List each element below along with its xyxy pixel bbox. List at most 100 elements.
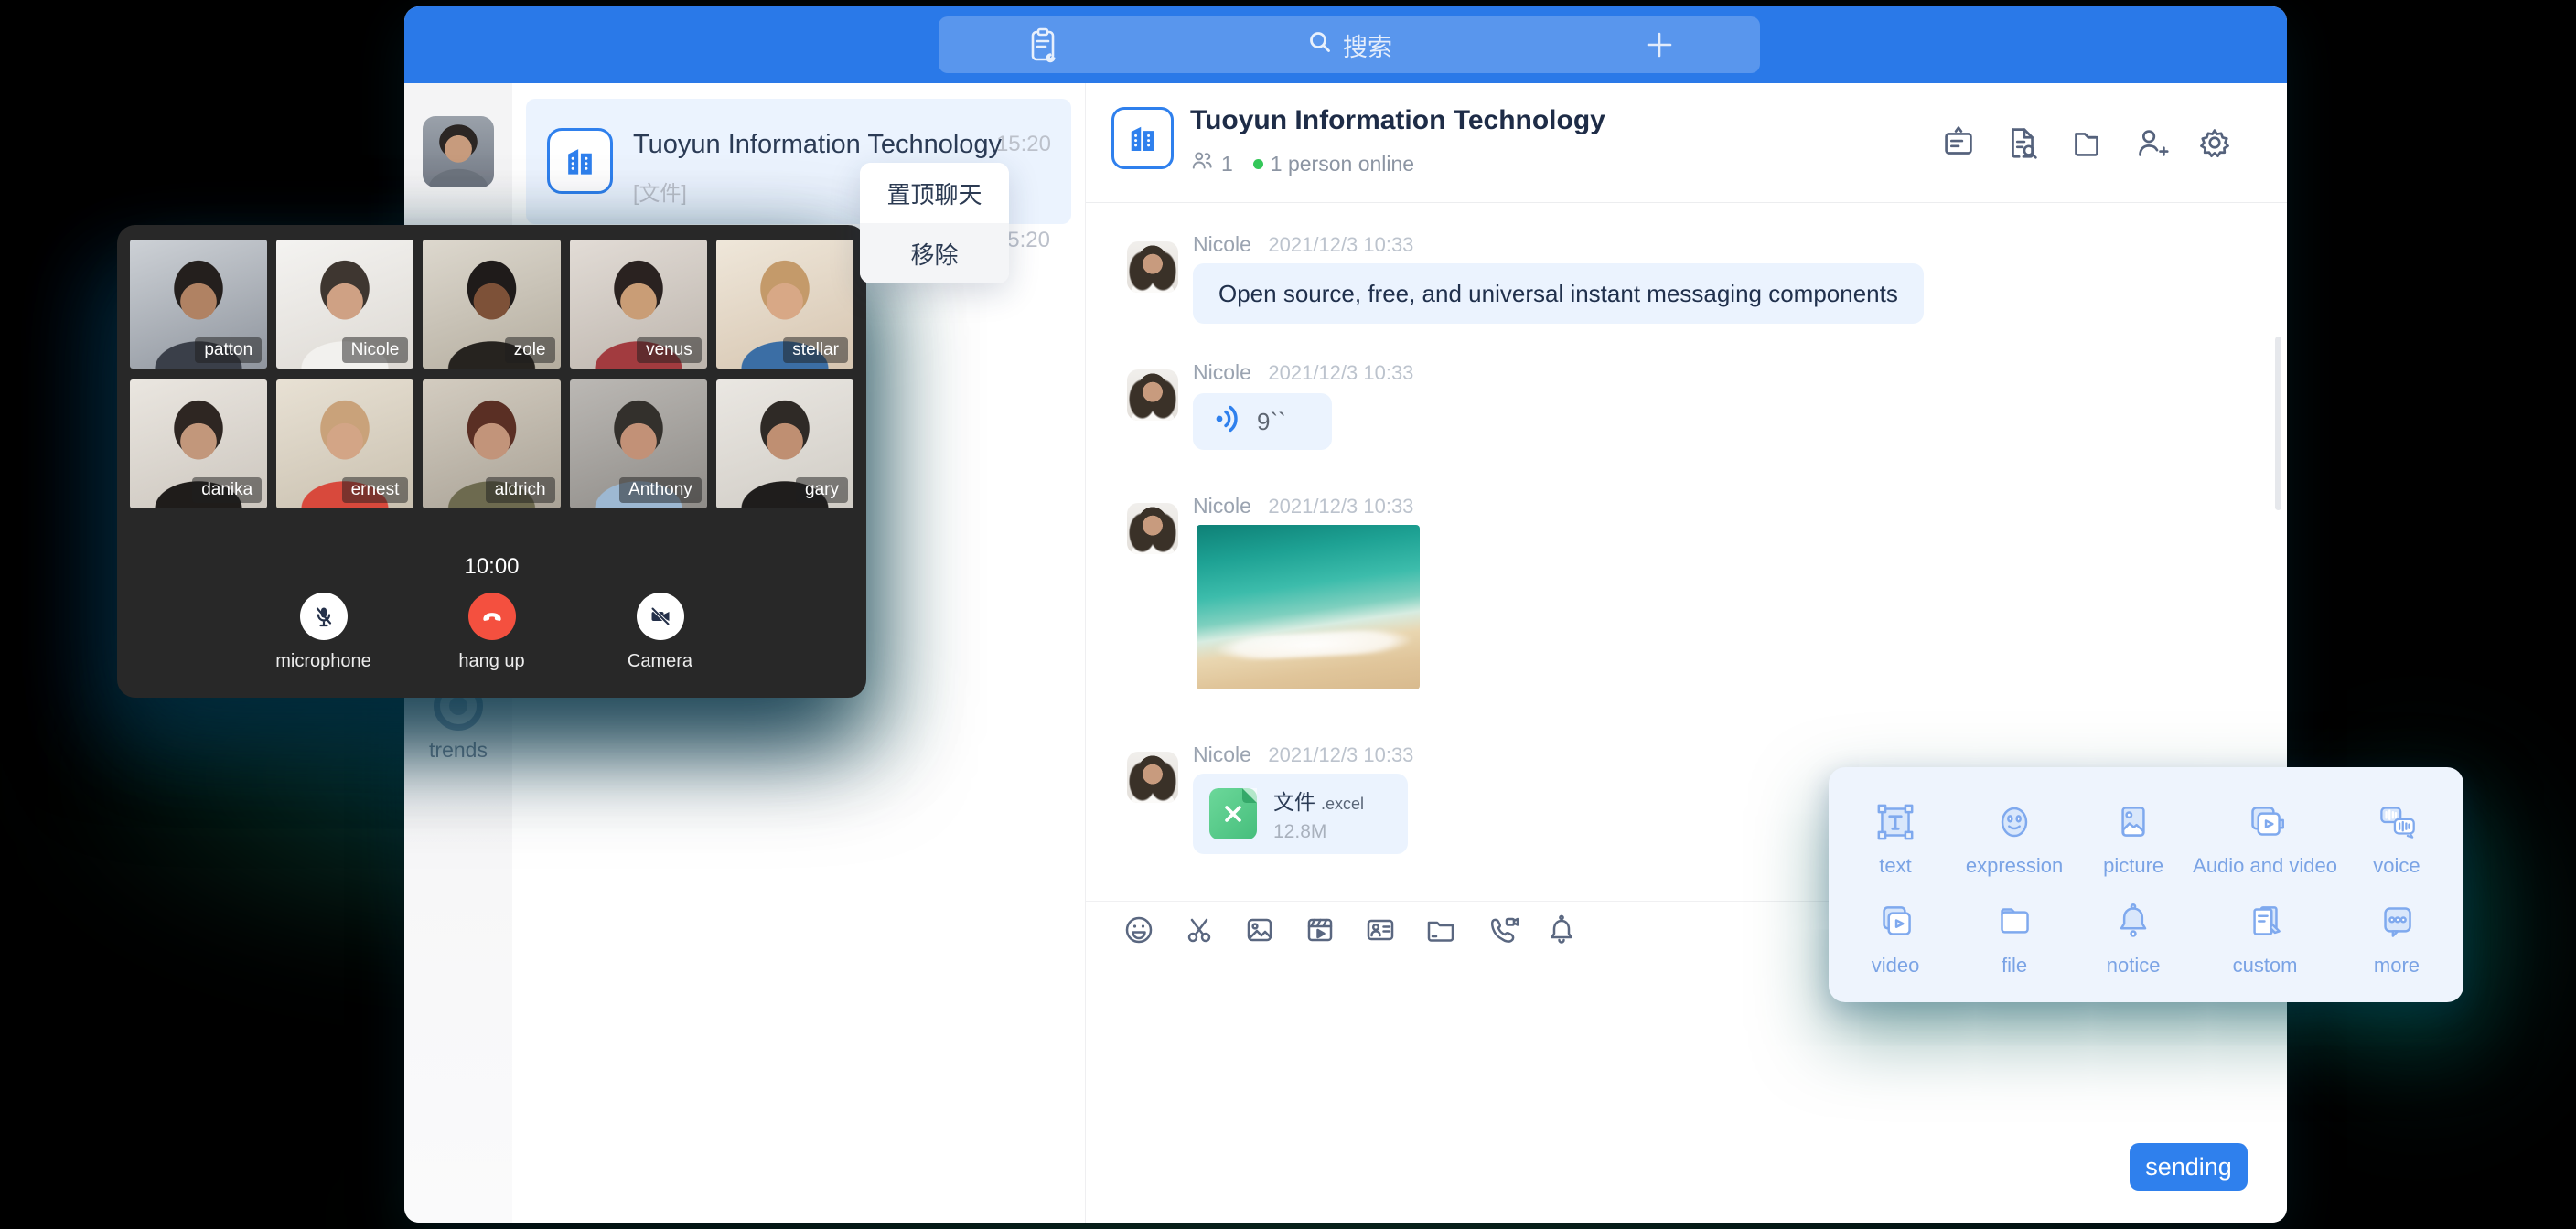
message-header: Nicole 2021/12/3 10:33 xyxy=(1193,360,1413,385)
video-tile[interactable]: aldrich xyxy=(423,379,560,508)
search-placeholder: 搜索 xyxy=(1343,27,1392,63)
panel-label: voice xyxy=(2373,854,2420,878)
group-notice-icon[interactable] xyxy=(1937,122,1980,164)
call-controls: microphone hang up xyxy=(117,593,866,672)
video-tile[interactable]: patton xyxy=(130,240,267,369)
panel-item-file[interactable]: file xyxy=(1955,888,2074,989)
panel-item-expression[interactable]: expression xyxy=(1955,787,2074,888)
chat-header: Tuoyun Information Technology 1 1 person… xyxy=(1086,83,2287,203)
message-sender: Nicole xyxy=(1193,360,1251,384)
microphone-mute-button[interactable] xyxy=(300,593,348,640)
hang-up-button[interactable] xyxy=(468,593,516,640)
chat-history-search-icon[interactable] xyxy=(2002,122,2044,164)
hangup-label: hang up xyxy=(438,651,546,672)
settings-gear-icon[interactable] xyxy=(2194,122,2236,164)
message-text: Open source, free, and universal instant… xyxy=(1218,280,1898,308)
trends-label: trends xyxy=(404,738,512,763)
video-tile[interactable]: venus xyxy=(570,240,707,369)
panel-item-video[interactable]: video xyxy=(1836,888,1955,989)
panel-label: expression xyxy=(1966,854,2063,878)
camera-label: Camera xyxy=(606,651,714,672)
voice-message-bubble[interactable]: 9`` xyxy=(1193,393,1332,450)
chat-scrollbar[interactable] xyxy=(2275,337,2281,510)
file-info: 文件.excel 12.8M xyxy=(1273,785,1364,843)
avatar-photo xyxy=(1127,752,1178,803)
panel-item-picture[interactable]: picture xyxy=(2074,787,2193,888)
menu-item-pin-chat[interactable]: 置顶聊天 xyxy=(860,163,1009,223)
message-timestamp: 2021/12/3 10:33 xyxy=(1268,743,1413,766)
screenshot-scissors-icon[interactable] xyxy=(1181,912,1218,948)
message-timestamp: 2021/12/3 10:33 xyxy=(1268,495,1413,518)
video-tile[interactable]: Nicole xyxy=(276,240,413,369)
group-files-icon[interactable] xyxy=(2066,122,2108,164)
avatar-photo xyxy=(1127,503,1178,554)
text-message-bubble[interactable]: Open source, free, and universal instant… xyxy=(1193,263,1924,324)
contact-card-icon[interactable] xyxy=(1362,912,1399,948)
video-tile[interactable]: zole xyxy=(423,240,560,369)
panel-label: picture xyxy=(2103,854,2163,878)
video-tile[interactable]: gary xyxy=(716,379,853,508)
chat-panel: Tuoyun Information Technology 1 1 person… xyxy=(1086,83,2287,1223)
video-tile[interactable]: ernest xyxy=(276,379,413,508)
participant-name: Anthony xyxy=(619,477,702,503)
video-grid: patton Nicole zole venus stellar danika … xyxy=(130,240,853,508)
hangup-control: hang up xyxy=(438,593,546,672)
avatar-photo xyxy=(423,116,494,187)
image-message-beach[interactable] xyxy=(1197,525,1420,689)
member-count: 1 xyxy=(1221,152,1233,176)
panel-item-custom[interactable]: custom xyxy=(2193,888,2337,989)
group-building-icon xyxy=(1111,107,1174,169)
members-icon xyxy=(1190,149,1214,178)
file-name: 文件 xyxy=(1273,790,1315,814)
search-input[interactable]: 搜索 xyxy=(939,16,1760,73)
topbar-search-pill[interactable]: 搜索 xyxy=(939,16,1760,73)
panel-label: custom xyxy=(2233,954,2298,978)
sender-avatar[interactable] xyxy=(1127,752,1178,803)
avatar-photo xyxy=(1127,369,1178,421)
message-header: Nicole 2021/12/3 10:33 xyxy=(1193,743,1413,767)
video-tile[interactable]: stellar xyxy=(716,240,853,369)
file-message-bubble[interactable]: 文件.excel 12.8M xyxy=(1193,774,1408,854)
panel-label: notice xyxy=(2107,954,2161,978)
message-sender: Nicole xyxy=(1193,232,1251,256)
notification-bell-icon[interactable] xyxy=(1543,912,1580,948)
page: 搜索 trends xyxy=(0,0,2576,1229)
menu-item-remove[interactable]: 移除 xyxy=(860,223,1009,283)
message-sender: Nicole xyxy=(1193,743,1251,766)
conversation-last-message: [文件] xyxy=(633,176,687,207)
message-sender: Nicole xyxy=(1193,494,1251,518)
participant-name: patton xyxy=(195,337,262,363)
panel-label: text xyxy=(1879,854,1911,878)
emoji-icon[interactable] xyxy=(1121,912,1157,948)
voice-duration: 9`` xyxy=(1257,408,1286,436)
video-clapper-icon[interactable] xyxy=(1302,912,1338,948)
panel-item-text[interactable]: text xyxy=(1836,787,1955,888)
video-tile[interactable]: Anthony xyxy=(570,379,707,508)
image-icon[interactable] xyxy=(1241,912,1278,948)
sender-avatar[interactable] xyxy=(1127,503,1178,554)
file-folder-icon[interactable] xyxy=(1422,912,1459,948)
add-member-icon[interactable] xyxy=(2130,122,2172,164)
panel-label: Audio and video xyxy=(2193,854,2337,878)
sender-avatar[interactable] xyxy=(1127,369,1178,421)
video-call-icon[interactable] xyxy=(1483,912,1519,948)
participant-name: zole xyxy=(505,337,555,363)
video-tile[interactable]: danika xyxy=(130,379,267,508)
excel-file-icon xyxy=(1209,788,1257,839)
participant-name: gary xyxy=(796,477,848,503)
message-timestamp: 2021/12/3 10:33 xyxy=(1268,233,1413,256)
conversation-time: 15:20 xyxy=(996,132,1051,157)
search-icon xyxy=(1306,28,1334,62)
participant-name: danika xyxy=(192,477,262,503)
panel-item-notice[interactable]: notice xyxy=(2074,888,2193,989)
send-button[interactable]: sending xyxy=(2130,1143,2248,1191)
microphone-label: microphone xyxy=(270,651,378,672)
sender-avatar[interactable] xyxy=(1127,241,1178,293)
panel-item-audio-video[interactable]: Audio and video xyxy=(2193,787,2337,888)
add-icon[interactable] xyxy=(1643,28,1676,61)
camera-mute-button[interactable] xyxy=(637,593,684,640)
panel-item-more[interactable]: more xyxy=(2337,888,2456,989)
user-avatar[interactable] xyxy=(423,116,494,187)
panel-item-voice[interactable]: voice xyxy=(2337,787,2456,888)
participant-name: venus xyxy=(637,337,702,363)
